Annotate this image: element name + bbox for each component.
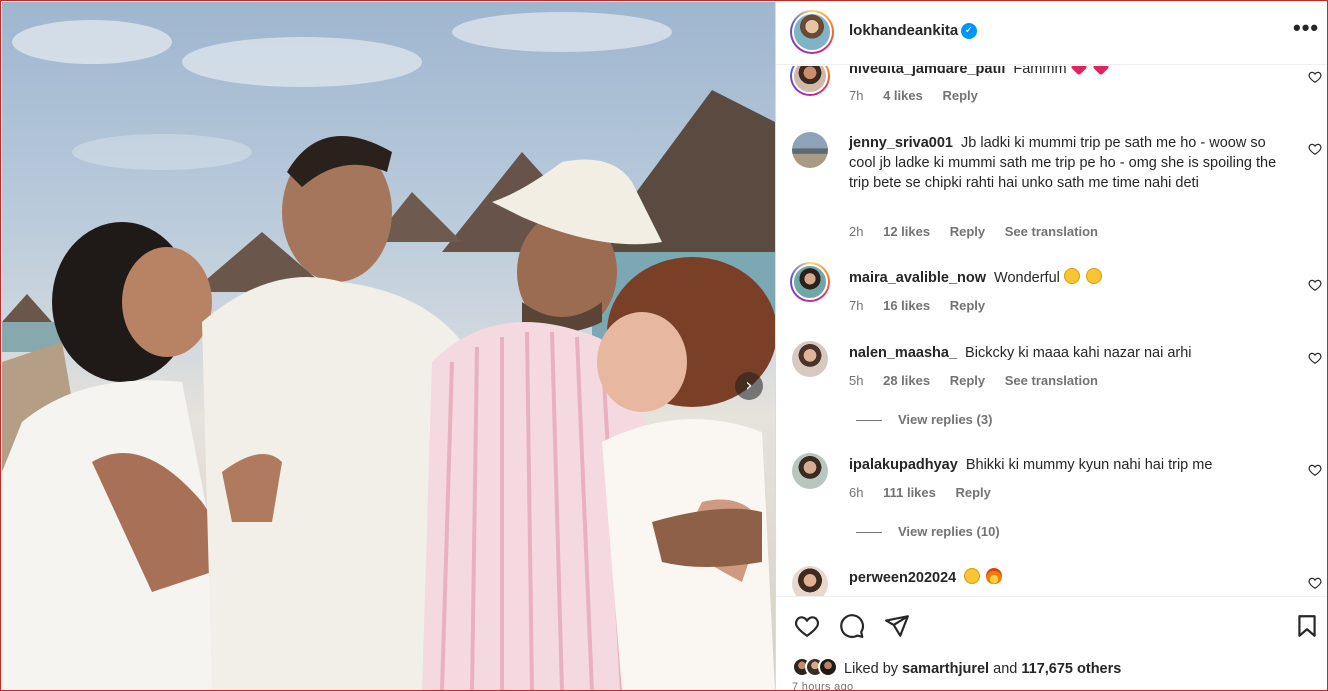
comment-like-heart-icon[interactable] [1308, 351, 1322, 365]
heart-eyes-face-emoji-icon [964, 568, 981, 584]
comment-time: 6h [849, 485, 864, 500]
likes-middle: and [993, 660, 1018, 677]
commenter-avatar[interactable] [792, 453, 828, 489]
comment-text-block: ipalakupadhyay Bhikki ki mummy kyun nahi… [849, 455, 1294, 475]
comment-username[interactable]: maira_avalible_now [849, 270, 986, 286]
comment-text-block: nalen_maasha_ Bickcky ki maaa kahi nazar… [849, 343, 1294, 363]
commenter-avatar[interactable] [790, 262, 830, 302]
likes-count[interactable]: 117,675 others [1021, 661, 1121, 677]
comment-username[interactable]: ipalakupadhyay [849, 457, 958, 473]
comment-like-heart-icon[interactable] [1308, 576, 1322, 590]
comment-username[interactable]: perween202024 [849, 570, 956, 586]
photo-illustration [2, 12, 775, 690]
comment-meta: 5h 28 likes Reply See translation [849, 373, 1114, 388]
author-username[interactable]: lokhandeankita [849, 22, 958, 39]
comment-text-block: maira_avalible_now Wonderful [849, 268, 1294, 288]
reply-button[interactable]: Reply [950, 373, 985, 388]
kiss-face-emoji-icon [1063, 268, 1080, 284]
comment-text-block: perween202024 [849, 568, 1294, 588]
kiss-face-emoji-icon [1085, 268, 1102, 284]
fire-emoji-icon [986, 568, 1003, 584]
reply-button[interactable]: Reply [950, 224, 985, 239]
commenter-avatar[interactable] [792, 566, 828, 596]
carousel-next-icon[interactable]: › [735, 372, 763, 400]
view-replies-label: View replies (3) [898, 412, 993, 427]
comment-time: 7h [849, 298, 864, 313]
comment-text-block: nivedita_jamdare_patil Fammm [849, 66, 1294, 79]
view-replies-button[interactable]: View replies (10) [856, 524, 1000, 539]
post-photo[interactable]: › [2, 2, 775, 690]
share-icon[interactable] [884, 613, 910, 639]
comment-body: Wonderful [994, 270, 1060, 286]
view-replies-button[interactable]: View replies (3) [856, 412, 992, 427]
comments-list[interactable]: nivedita_jamdare_patil Fammm 7h 4 likes … [776, 66, 1327, 596]
comment-time: 7h [849, 88, 864, 103]
see-translation-button[interactable]: See translation [1005, 373, 1098, 388]
comment-time: 5h [849, 373, 864, 388]
likes-prefix: Liked by [844, 660, 899, 677]
comment-likes-count[interactable]: 12 likes [883, 224, 930, 239]
post-header: lokhandeankita ✓ ••• [776, 2, 1327, 65]
verified-badge-icon: ✓ [961, 23, 977, 39]
reply-button[interactable]: Reply [950, 298, 985, 313]
post-side-panel: lokhandeankita ✓ ••• nivedita_jamdare_pa… [775, 2, 1327, 691]
commenter-avatar[interactable] [792, 132, 828, 168]
comment-username[interactable]: nalen_maasha_ [849, 345, 957, 361]
likes-summary[interactable]: Liked by samarthjurel and 117,675 others [792, 657, 1121, 681]
reply-button[interactable]: Reply [956, 485, 991, 500]
heart-icon[interactable] [794, 613, 820, 639]
comment-username[interactable]: jenny_sriva001 [849, 135, 953, 151]
post-actions-bar: Liked by samarthjurel and 117,675 others… [776, 596, 1327, 691]
comment-likes-count[interactable]: 111 likes [883, 485, 936, 500]
comment-meta: 6h 111 likes Reply [849, 485, 1007, 500]
comment-likes-count[interactable]: 16 likes [883, 298, 930, 313]
comment-username[interactable]: nivedita_jamdare_patil [849, 66, 1005, 77]
heart-emoji-icon [1092, 66, 1110, 76]
bookmark-icon[interactable] [1294, 613, 1320, 639]
liked-by-username[interactable]: samarthjurel [902, 661, 989, 677]
liked-by-avatars [792, 657, 838, 681]
commenter-avatar[interactable] [790, 66, 830, 96]
instagram-post-frame: › lokhandeankita ✓ ••• nivedita_jamdare_… [0, 0, 1328, 691]
comment-like-heart-icon[interactable] [1308, 70, 1322, 84]
author-avatar[interactable] [790, 10, 834, 54]
more-options-icon[interactable]: ••• [1293, 15, 1319, 41]
commenter-avatar[interactable] [792, 341, 828, 377]
comment-like-heart-icon[interactable] [1308, 278, 1322, 292]
comment-body: Bhikki ki mummy kyun nahi hai trip me [965, 457, 1213, 473]
comment-meta: 7h 16 likes Reply [849, 298, 1001, 313]
comment-likes-count[interactable]: 4 likes [883, 88, 923, 103]
comment-meta: 2h 12 likes Reply See translation [849, 224, 1114, 239]
comment-like-heart-icon[interactable] [1308, 142, 1322, 156]
comment-icon[interactable] [839, 613, 865, 639]
comment-like-heart-icon[interactable] [1308, 463, 1322, 477]
comment-body: Fammm [1013, 66, 1067, 77]
comment-meta: 7h 4 likes Reply [849, 88, 994, 103]
comment-time: 2h [849, 224, 864, 239]
comment-text-block: jenny_sriva001 Jb ladki ki mummi trip pe… [849, 133, 1294, 193]
view-replies-label: View replies (10) [898, 524, 1000, 539]
post-timestamp: 7 hours ago [792, 681, 854, 691]
replies-divider-line [856, 532, 882, 534]
comment-likes-count[interactable]: 28 likes [883, 373, 930, 388]
replies-divider-line [856, 420, 882, 422]
see-translation-button[interactable]: See translation [1005, 224, 1098, 239]
reply-button[interactable]: Reply [942, 88, 977, 103]
comment-body: Bickcky ki maaa kahi nazar nai arhi [965, 345, 1192, 361]
heart-emoji-icon [1070, 66, 1088, 76]
